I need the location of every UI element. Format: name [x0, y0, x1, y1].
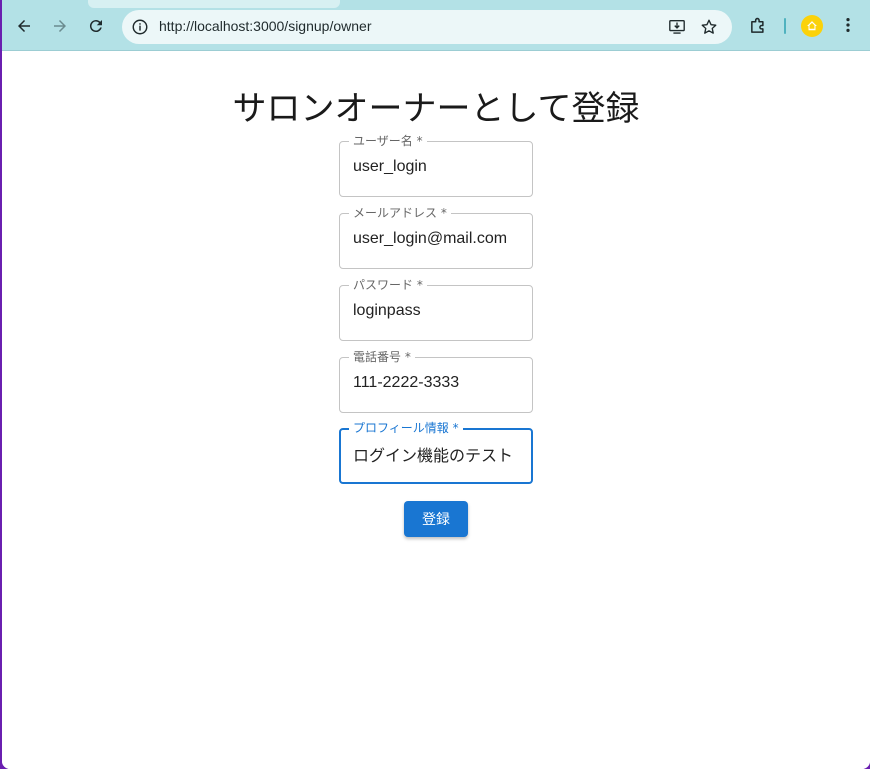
- username-input[interactable]: [353, 158, 529, 176]
- email-field[interactable]: メールアドレス *: [339, 206, 533, 269]
- password-label: パスワード *: [349, 278, 427, 292]
- profile-input[interactable]: [353, 445, 529, 463]
- info-icon[interactable]: [130, 17, 150, 37]
- url-text[interactable]: http://localhost:3000/signup/owner: [159, 18, 371, 34]
- username-label: ユーザー名 *: [349, 134, 427, 148]
- address-bar[interactable]: http://localhost:3000/signup/owner: [122, 10, 732, 44]
- active-tab[interactable]: [88, 0, 340, 8]
- phone-input[interactable]: [353, 374, 529, 392]
- star-icon[interactable]: [700, 18, 718, 36]
- toolbar-divider: [784, 18, 786, 34]
- email-input[interactable]: [353, 230, 529, 248]
- reload-icon[interactable]: [83, 13, 109, 39]
- browser-toolbar: http://localhost:3000/signup/owner: [2, 0, 870, 51]
- profile-field[interactable]: プロフィール情報 *: [339, 421, 533, 484]
- password-field[interactable]: パスワード *: [339, 278, 533, 341]
- register-button[interactable]: 登録: [404, 501, 468, 537]
- password-input[interactable]: [353, 302, 529, 320]
- browser-window: http://localhost:3000/signup/owner サロンオー…: [2, 0, 870, 769]
- profile-label: プロフィール情報 *: [349, 421, 463, 435]
- profile-avatar-icon[interactable]: [801, 15, 823, 37]
- page-title: サロンオーナーとして登録: [232, 89, 640, 129]
- email-label: メールアドレス *: [349, 206, 451, 220]
- forward-arrow-icon[interactable]: [47, 13, 73, 39]
- puzzle-icon[interactable]: [748, 15, 768, 35]
- kebab-menu-icon[interactable]: [838, 15, 858, 35]
- username-field[interactable]: ユーザー名 *: [339, 134, 533, 197]
- phone-field[interactable]: 電話番号 *: [339, 350, 533, 413]
- page-content: サロンオーナーとして登録 ユーザー名 * メールアドレス * パスワード * 電…: [2, 51, 870, 769]
- back-arrow-icon[interactable]: [11, 13, 37, 39]
- phone-label: 電話番号 *: [349, 350, 415, 364]
- install-app-icon[interactable]: [668, 18, 686, 36]
